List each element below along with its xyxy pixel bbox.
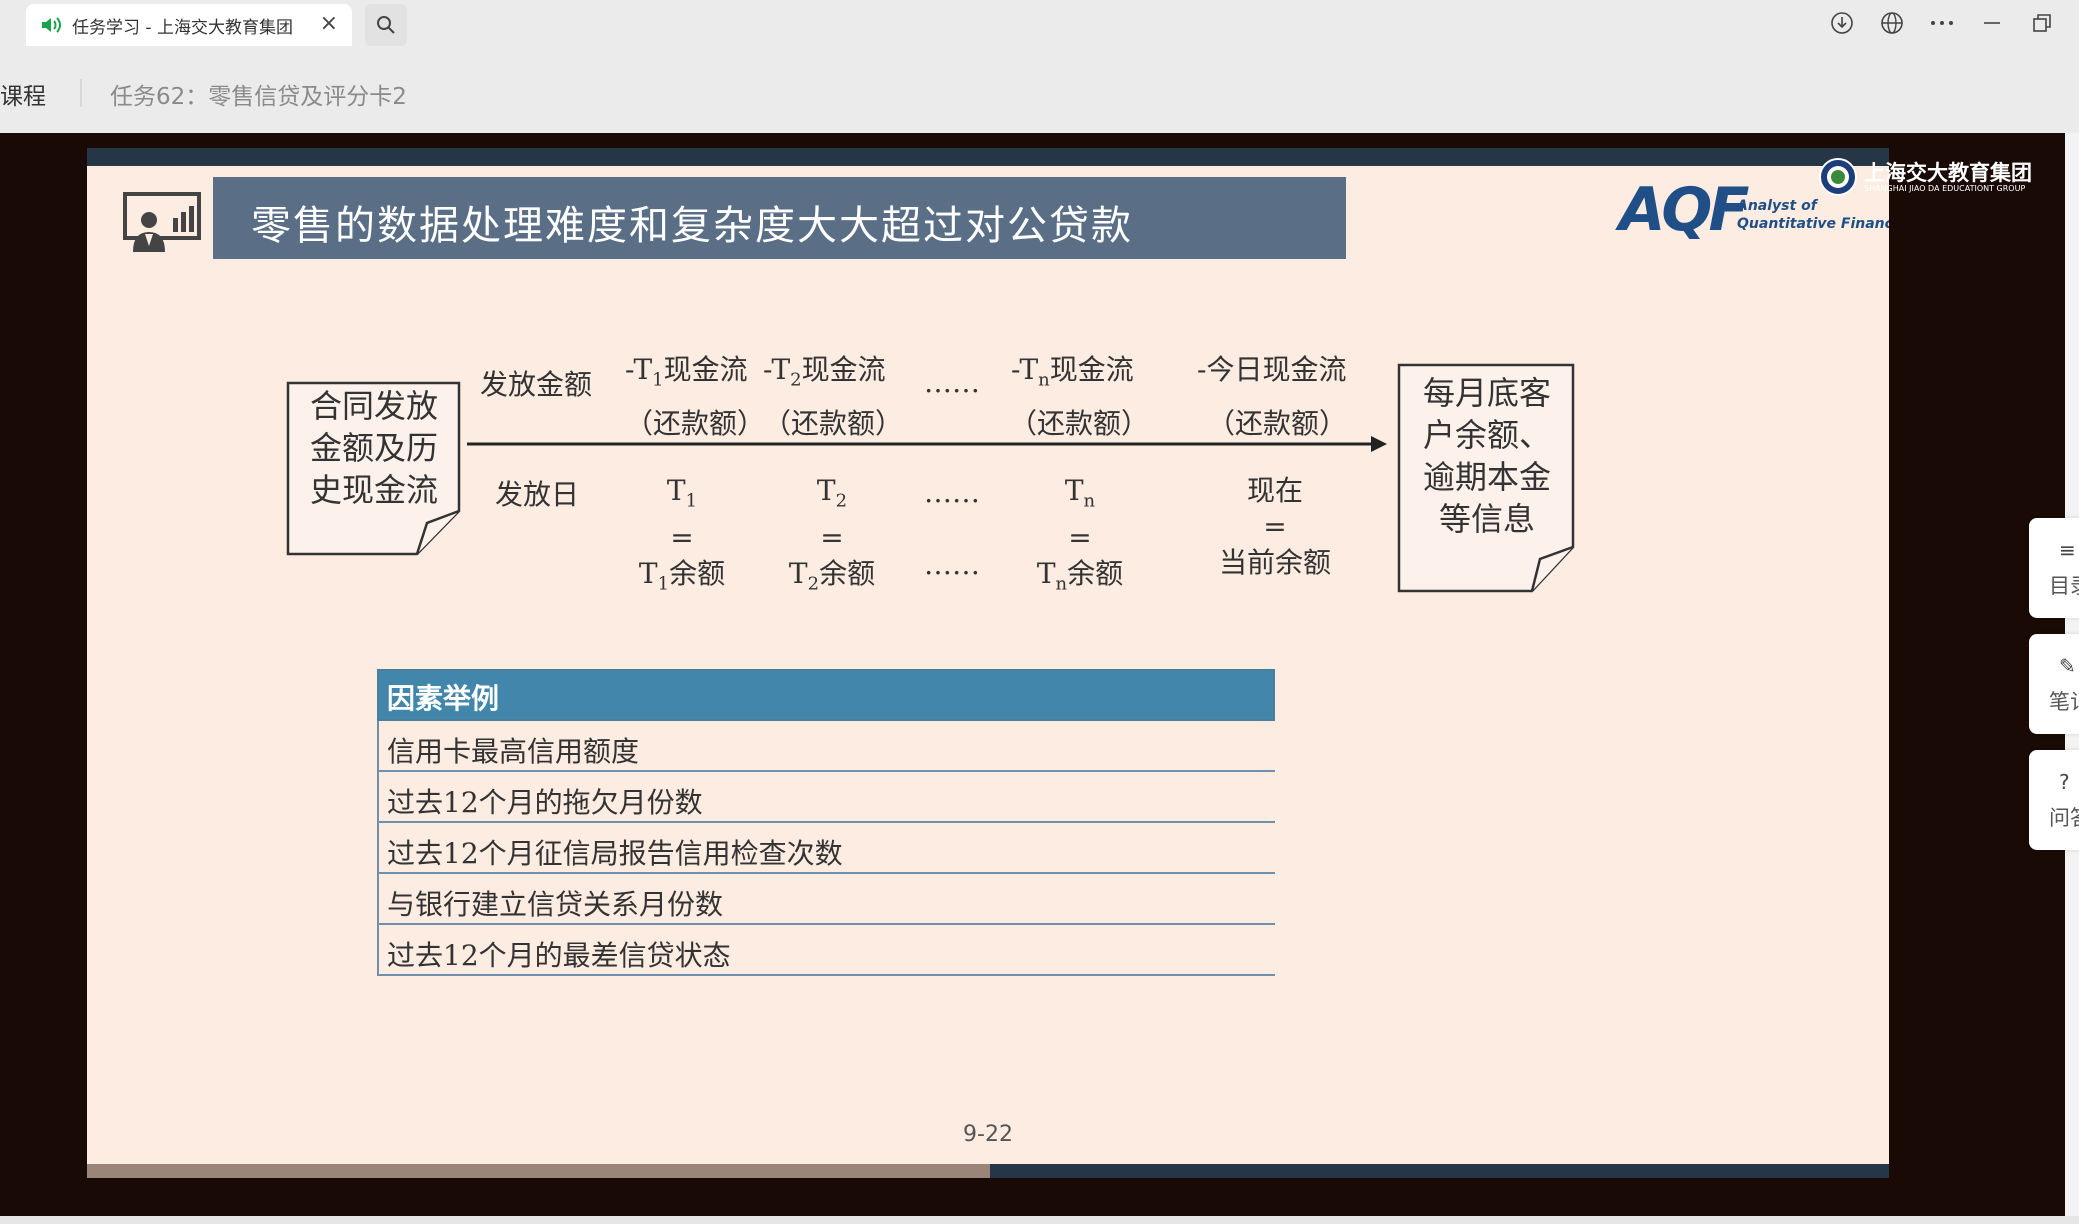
- factor-table-header: 因素举例: [377, 669, 1275, 721]
- slide-progress-remaining: [990, 1164, 1889, 1178]
- today-repay-label: （还款额）: [1207, 407, 1348, 440]
- t1-cashflow-label: -T1现金流: [625, 353, 748, 391]
- browser-tab-bar: 任务学习 - 上海交大教育集团 ×: [0, 0, 2079, 53]
- side-tab-qa[interactable]: ? 问答: [2029, 750, 2079, 850]
- factor-row: 过去12个月的最差信贷状态: [377, 925, 1275, 976]
- arrow-head: [1371, 436, 1387, 452]
- t1-column: T1 = T1余额: [638, 474, 726, 595]
- tab-title: 任务学习 - 上海交大教育集团: [72, 17, 293, 38]
- question-icon: ?: [2059, 770, 2070, 794]
- nav-course-link[interactable]: 课程: [0, 77, 46, 111]
- right-box-text: 每月底客 户余额、 逾期本金 等信息: [1422, 374, 1551, 538]
- list-icon: ≡: [2059, 538, 2076, 562]
- nav-task-title: 任务62：零售信贷及评分卡2: [110, 84, 407, 110]
- side-tab-toc[interactable]: ≡ 目录: [2029, 518, 2079, 618]
- nav-divider: [80, 79, 82, 107]
- today-cashflow-label: -今日现金流: [1197, 353, 1347, 386]
- globe-icon[interactable]: [1872, 6, 1912, 40]
- lower-ellipsis-bottom: ……: [924, 548, 980, 581]
- factor-row: 过去12个月征信局报告信用检查次数: [377, 823, 1275, 874]
- pencil-icon: ✎: [2059, 654, 2076, 678]
- download-icon[interactable]: [1822, 6, 1862, 40]
- tn-column: Tn = Tn余额: [1036, 474, 1124, 595]
- left-box-text: 合同发放 金额及历 史现金流: [309, 387, 438, 509]
- upper-ellipsis: ……: [924, 366, 980, 399]
- side-tab-notes[interactable]: ✎ 笔记: [2029, 634, 2079, 734]
- cashflow-diagram: [286, 363, 1575, 593]
- lower-ellipsis-top: ……: [924, 476, 980, 509]
- tn-repay-label: （还款额）: [1009, 407, 1150, 440]
- issue-amount-label: 发放金额: [480, 368, 593, 401]
- issue-date-label: 发放日: [495, 478, 580, 511]
- factor-table: 因素举例 信用卡最高信用额度 过去12个月的拖欠月份数 过去12个月征信局报告信…: [377, 669, 1275, 976]
- lecture-slide: 零售的数据处理难度和复杂度大大超过对公贷款 AQF Analyst of Qua…: [87, 148, 1889, 1178]
- factor-row: 信用卡最高信用额度: [377, 721, 1275, 772]
- minimize-icon[interactable]: [1972, 6, 2012, 40]
- sjtu-education-logo: 上海交大教育集团 SHANGHAI JIAO DA EDUCATIONT GRO…: [1818, 155, 2048, 199]
- slide-page-number: 9-22: [963, 1122, 1013, 1147]
- course-nav-bar: 课程 任务62：零售信贷及评分卡2: [0, 53, 2079, 133]
- restore-icon[interactable]: [2022, 6, 2062, 40]
- sjtu-seal-icon: [1819, 158, 1857, 196]
- t2-column: T2 = T2余额: [788, 474, 876, 595]
- factor-row: 过去12个月的拖欠月份数: [377, 772, 1275, 823]
- t2-repay-label: （还款额）: [763, 407, 904, 440]
- factor-row: 与银行建立信贷关系月份数: [377, 874, 1275, 925]
- now-column: 现在 = 当前余额: [1218, 474, 1331, 579]
- tn-cashflow-label: -Tn现金流: [1011, 353, 1134, 391]
- slide-progress-played: [87, 1164, 990, 1178]
- close-icon[interactable]: ×: [320, 13, 338, 35]
- t2-cashflow-label: -T2现金流: [763, 353, 886, 391]
- speaker-icon[interactable]: [40, 14, 62, 36]
- search-icon[interactable]: [365, 4, 407, 46]
- browser-tab[interactable]: 任务学习 - 上海交大教育集团 ×: [26, 4, 352, 46]
- page-bottom-strip: [0, 1216, 2079, 1224]
- more-icon[interactable]: [1922, 6, 1962, 40]
- t1-repay-label: （还款额）: [625, 407, 766, 440]
